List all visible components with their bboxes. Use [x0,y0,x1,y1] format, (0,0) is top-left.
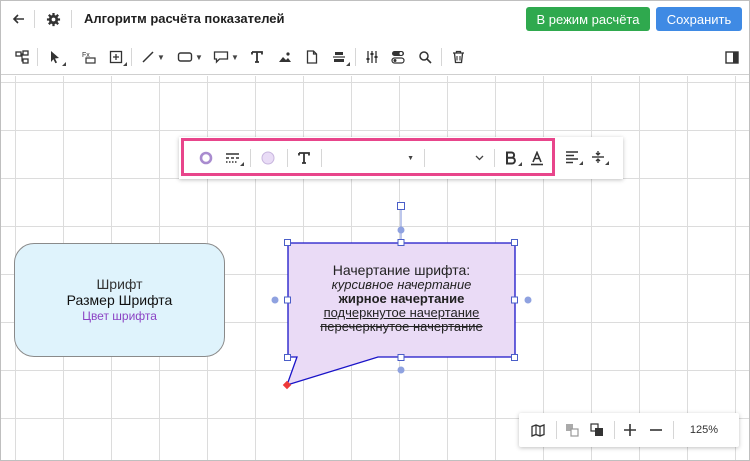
bring-forward-button[interactable] [586,419,608,441]
minus-icon [650,429,662,431]
zoom-in-button[interactable] [619,419,641,441]
bring-forward-icon [590,423,603,436]
zoom-divider [673,421,674,439]
selected-callout-graphics [271,202,532,390]
send-backward-icon [566,424,579,437]
resize-handle [284,239,291,246]
send-backward-button[interactable] [561,419,583,441]
resize-handle [397,354,405,361]
plus-icon [624,424,636,436]
resize-handle [511,354,518,361]
connection-point [524,296,532,304]
zoom-controls: 125% [519,413,739,447]
map-icon [531,423,545,437]
strikethrough-text: перечеркнутое начертание [320,319,483,334]
connection-point [397,226,405,234]
callout-title: Начертание шрифта: [332,262,471,278]
connection-point [397,366,405,374]
zoom-divider [614,421,615,439]
rotation-handle [397,202,405,210]
minimap-button[interactable] [527,419,549,441]
callout-text[interactable]: Начертание шрифта: курсивное начертание … [289,263,514,334]
underline-text: подчеркнутое начертание [323,305,480,320]
zoom-divider [556,421,557,439]
italic-text: курсивное начертание [331,277,472,292]
bold-text: жирное начертание [338,291,465,306]
resize-handle [397,239,405,246]
connection-point [271,296,279,304]
resize-handle [511,239,518,246]
app-window: Алгоритм расчёта показателей В режим рас… [0,0,750,461]
zoom-out-button[interactable] [645,419,667,441]
resize-handle [284,354,291,361]
zoom-level[interactable]: 125% [679,419,729,441]
